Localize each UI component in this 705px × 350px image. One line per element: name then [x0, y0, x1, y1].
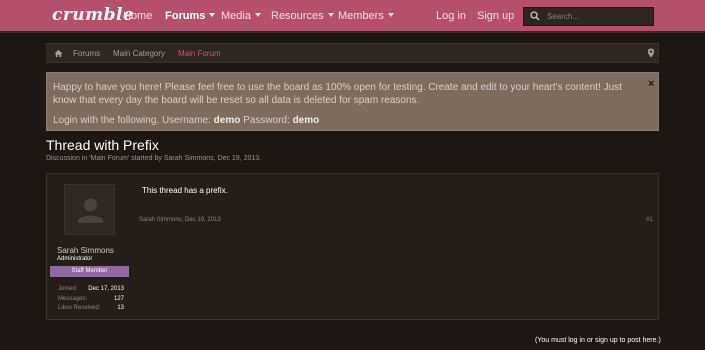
login-link[interactable]: Log in	[436, 10, 466, 22]
nav-resources-label: Resources	[271, 10, 324, 22]
thread-subtitle: Discussion in 'Main Forum' started by Sa…	[46, 155, 262, 162]
search-input[interactable]: Search...	[523, 7, 654, 26]
stat-messages-value: 127	[113, 296, 124, 302]
close-icon[interactable]: ×	[648, 78, 654, 90]
nav-forums-label: Forums	[165, 10, 206, 22]
staff-badge: Staff Member	[50, 266, 129, 277]
stat-joined-label: Joined:	[58, 286, 78, 292]
breadcrumb-main-forum[interactable]: Main Forum	[178, 49, 221, 58]
search-placeholder: Search...	[547, 12, 580, 21]
stat-likes-value: 13	[117, 305, 124, 311]
thread-title: Thread with Prefix	[46, 137, 159, 153]
notice-password-label: Password:	[243, 115, 290, 126]
stat-joined-value: Dec 17, 2013	[88, 286, 124, 292]
notice-login-line: Login with the following. Username: demo…	[53, 114, 648, 127]
notice-password: demo	[292, 115, 320, 126]
chevron-down-icon	[327, 13, 334, 17]
chevron-down-icon	[387, 13, 394, 17]
user-silhouette-icon	[78, 198, 103, 223]
location-pin-icon[interactable]	[647, 48, 655, 58]
notice-username: demo	[213, 115, 241, 126]
site-logo[interactable]: crumble	[52, 5, 134, 25]
home-icon[interactable]	[54, 49, 63, 58]
nav-members-label: Members	[338, 10, 384, 22]
signup-link[interactable]: Sign up	[477, 10, 514, 22]
nav-media-label: Media	[221, 10, 251, 22]
post-meta[interactable]: Sarah Simmons, Dec 19, 2013	[139, 217, 221, 223]
post-body: This thread has a prefix.	[142, 186, 228, 195]
stat-likes-label: Likes Received:	[58, 305, 101, 311]
post-author-name[interactable]: Sarah Simmons	[57, 246, 114, 255]
chevron-down-icon	[254, 13, 261, 17]
search-icon	[530, 11, 540, 21]
notice-text: Happy to have you here! Please feel free…	[53, 82, 622, 106]
post-author-role: Administrator	[57, 256, 93, 262]
breadcrumb-forums[interactable]: Forums	[73, 49, 100, 58]
nav-home[interactable]: Home	[123, 10, 152, 22]
nav-forums[interactable]: Forums	[165, 10, 216, 22]
nav-resources[interactable]: Resources	[271, 10, 334, 22]
post-container	[46, 173, 659, 320]
avatar[interactable]	[64, 184, 115, 235]
chevron-down-icon	[209, 13, 216, 17]
nav-members[interactable]: Members	[338, 10, 394, 22]
nav-media[interactable]: Media	[221, 10, 261, 22]
post-number[interactable]: #1	[646, 217, 653, 223]
stat-messages-label: Messages:	[58, 296, 88, 302]
top-nav-bar: crumble Home Forums Media Resources Memb…	[0, 0, 705, 33]
notice-login-prefix: Login with the following. Username:	[53, 115, 211, 126]
notice-banner: Happy to have you here! Please feel free…	[46, 72, 659, 131]
must-login-note[interactable]: (You must log in or sign up to post here…	[535, 337, 661, 344]
nav-home-label: Home	[123, 10, 153, 22]
breadcrumb: Forums Main Category Main Forum	[46, 43, 659, 63]
breadcrumb-main-category[interactable]: Main Category	[113, 49, 165, 58]
